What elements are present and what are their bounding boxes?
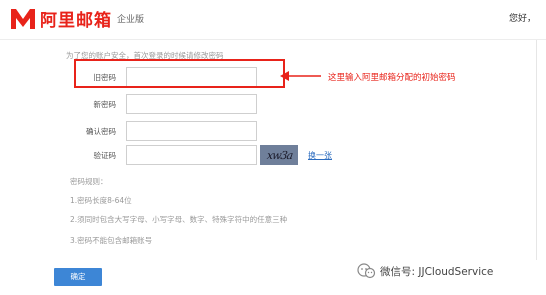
annotation-text: 这里输入阿里邮箱分配的初始密码 xyxy=(328,73,456,83)
refresh-captcha-link[interactable]: 换一张 xyxy=(308,150,332,161)
rule-item: 1.密码长度8-64位 xyxy=(70,196,132,205)
wechat-icon xyxy=(357,263,376,279)
edition-label: 企业版 xyxy=(117,15,145,25)
greeting-text: 您好， xyxy=(508,14,536,24)
confirm-password-label: 确认密码 xyxy=(86,127,116,136)
new-password-label: 新密码 xyxy=(93,100,117,109)
captcha-input[interactable] xyxy=(126,145,257,165)
captcha-label: 验证码 xyxy=(93,151,117,160)
highlight-box xyxy=(74,59,285,88)
confirm-password-input[interactable] xyxy=(126,121,257,141)
confirm-password-row: 确认密码 xyxy=(45,121,285,141)
confirm-button[interactable]: 确定 xyxy=(54,268,102,286)
logo-text: 阿里邮箱 xyxy=(40,11,112,31)
captcha-text: xw3a xyxy=(266,149,294,162)
new-password-row: 新密码 xyxy=(45,94,285,114)
rule-item: 2.须同时包含大写字母、小写字母、数字、特殊字符中的任意三种 xyxy=(70,215,288,224)
captcha-row: 验证码 xyxy=(45,145,285,165)
aliyun-mail-logo-icon xyxy=(11,9,35,29)
new-password-input[interactable] xyxy=(126,94,257,114)
rules-title: 密码规则： xyxy=(70,177,108,186)
arrow-left-icon xyxy=(280,71,321,81)
wechat-watermark: 微信号: JJCloudService xyxy=(356,261,536,281)
rule-item: 3.密码不能包含邮箱账号 xyxy=(70,236,153,245)
captcha-image[interactable]: xw3a xyxy=(260,145,298,165)
divider xyxy=(536,40,537,260)
watermark-text: 微信号: JJCloudService xyxy=(380,266,494,278)
header: 阿里邮箱 企业版 您好， xyxy=(0,0,546,40)
